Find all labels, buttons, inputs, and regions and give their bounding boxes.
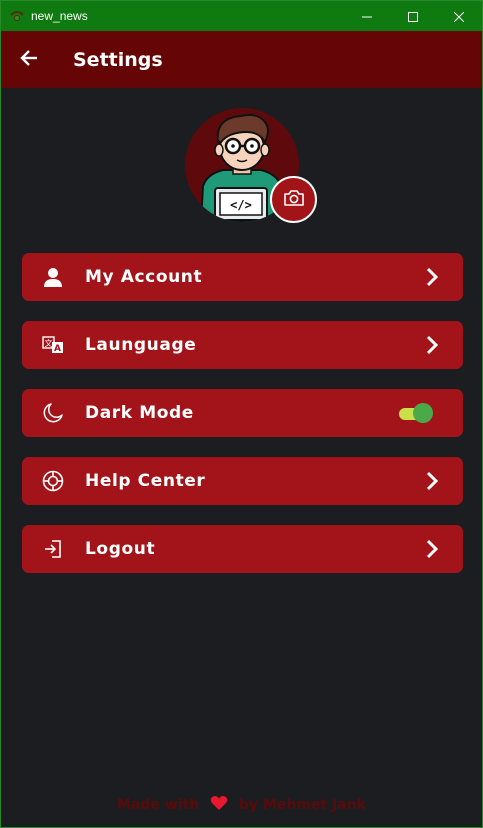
footer-suffix: by Mehmet Jank: [238, 797, 366, 813]
back-button[interactable]: [1, 31, 57, 88]
dark-mode-toggle[interactable]: [397, 403, 435, 423]
app-bar: Settings: [1, 31, 482, 88]
chevron-right-icon: [421, 538, 443, 560]
app-window: new_news Settings </> My Account 文 A Lau…: [0, 0, 483, 828]
lifebuoy-icon: [42, 470, 64, 492]
menu-item-dark-mode[interactable]: Dark Mode: [22, 389, 463, 437]
svg-text:A: A: [54, 344, 61, 354]
person-icon: [42, 266, 64, 288]
window-titlebar: new_news: [1, 1, 482, 31]
heart-icon: [210, 795, 228, 815]
close-icon: [453, 7, 465, 26]
camera-icon: [283, 189, 305, 211]
footer-prefix: Made with: [117, 797, 200, 813]
menu-item-label: My Account: [85, 267, 203, 287]
menu-item-language[interactable]: 文 A Launguage: [22, 321, 463, 369]
menu-item-label: Help Center: [85, 471, 206, 491]
chevron-right-icon: [421, 334, 443, 356]
maximize-icon: [408, 7, 418, 26]
moon-icon: [42, 402, 64, 424]
arrow-left-icon: [20, 49, 38, 70]
minimize-icon: [362, 7, 372, 26]
menu-item-help-center[interactable]: Help Center: [22, 457, 463, 505]
maximize-button[interactable]: [390, 1, 436, 31]
svg-text:</>: </>: [230, 198, 252, 212]
menu-item-my-account[interactable]: My Account: [22, 253, 463, 301]
menu-item-logout[interactable]: Logout: [22, 525, 463, 573]
settings-menu: My Account 文 A Launguage Dark Mode Help …: [22, 253, 463, 593]
window-title: new_news: [31, 9, 88, 23]
page-title: Settings: [73, 48, 163, 71]
change-photo-button[interactable]: [270, 176, 317, 223]
window-controls: [344, 1, 482, 31]
chevron-right-icon: [421, 470, 443, 492]
close-button[interactable]: [436, 1, 482, 31]
app-logo-icon: [9, 8, 25, 24]
footer-credit: Made with by Mehmet Jank: [1, 795, 482, 815]
minimize-button[interactable]: [344, 1, 390, 31]
translate-icon: 文 A: [42, 334, 64, 356]
chevron-right-icon: [421, 266, 443, 288]
menu-item-label: Launguage: [85, 335, 197, 355]
profile-section: </>: [185, 108, 317, 224]
svg-text:文: 文: [45, 338, 53, 348]
menu-item-label: Dark Mode: [85, 403, 194, 423]
toggle-thumb: [413, 403, 433, 423]
logout-icon: [42, 538, 64, 560]
menu-item-label: Logout: [85, 539, 156, 559]
